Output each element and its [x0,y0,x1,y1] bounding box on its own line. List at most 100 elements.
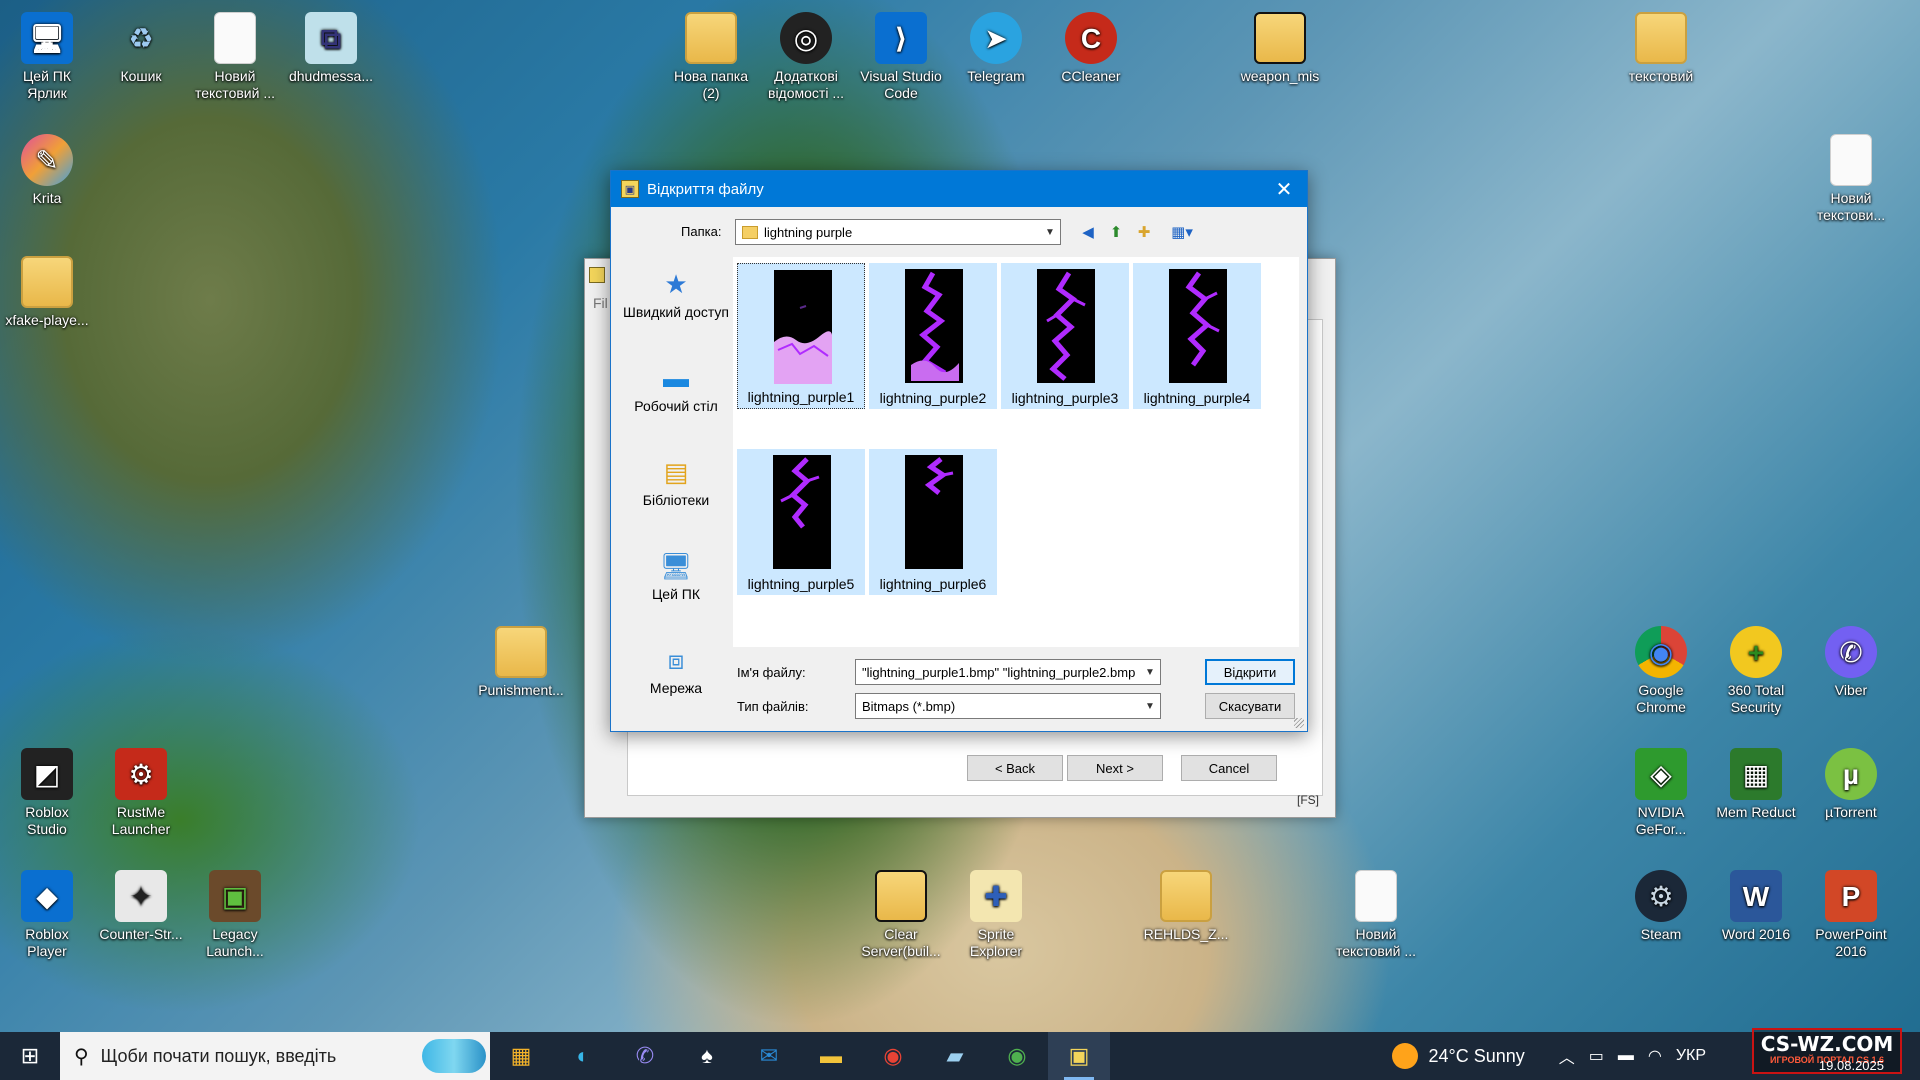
weather-text[interactable]: 24°C Sunny [1428,1046,1524,1067]
desktop-icon-roblox-player[interactable]: ◆ Roblox Player [4,870,90,960]
counter-strike-icon: ✦ [115,870,167,922]
lightning-thumbnail-1 [774,270,832,384]
desktop-icon-mem-reduct[interactable]: ▦ Mem Reduct [1713,748,1799,821]
desktop-icon-label: µTorrent [1825,804,1877,820]
open-button[interactable]: Відкрити [1205,659,1295,685]
place-libraries[interactable]: ▤ Бібліотеки [621,457,731,509]
desktop-icon-additional-info[interactable]: ◎ Додаткові відомості ... [763,12,849,102]
desktop-icon-label: PowerPoint 2016 [1815,926,1887,959]
viber-icon: ✆ [1825,626,1877,678]
desktop-icon-telegram[interactable]: ➤ Telegram [953,12,1039,85]
file-item[interactable]: lightning_purple6 [869,449,997,595]
file-item[interactable]: lightning_purple2 [869,263,997,409]
desktop-icon-clear-server[interactable]: Clear Server(buil... [858,870,944,960]
desktop-icon-krita[interactable]: ✎ Krita [4,134,90,207]
desktop-icon-powerpoint[interactable]: P PowerPoint 2016 [1808,870,1894,960]
back-nav-icon[interactable]: ◀ [1077,221,1099,243]
desktop-icon-recycle-bin[interactable]: ♻ Кошик [98,12,184,85]
windows-logo-icon: ⊞ [20,1043,40,1068]
chevron-down-icon[interactable]: ▼ [1140,694,1160,718]
filename-input[interactable]: "lightning_purple1.bmp" "lightning_purpl… [855,659,1161,685]
desktop-icon-sprite-explorer[interactable]: ✚ Sprite Explorer [953,870,1039,960]
desktop-icon-new-text-1[interactable]: Новий текстовий ... [192,12,278,102]
cancel-button[interactable]: Cancel [1181,755,1277,781]
view-menu-icon[interactable]: ▦▾ [1165,221,1199,243]
desktop-icon-new-text-3[interactable]: Новий текстовий ... [1333,870,1419,960]
lightning-thumbnail-4 [1169,269,1227,383]
info-shortcut-icon: ◎ [780,12,832,64]
open-file-dialog[interactable]: ▣ Відкриття файлу ✕ Папка: lightning pur… [610,170,1308,732]
desktop-icon-nvidia[interactable]: ◈ NVIDIA GeFor... [1618,748,1704,838]
language-indicator[interactable]: УКР [1676,1047,1706,1065]
desktop-icon-weapon-mis[interactable]: weapon_mis [1237,12,1323,85]
weather-sun-icon[interactable] [1392,1043,1419,1069]
place-desktop[interactable]: ▬ Робочий стіл [621,363,731,415]
desktop-icon-punishment[interactable]: Punishment... [478,626,564,699]
start-button[interactable]: ⊞ [0,1032,60,1080]
folder-combobox[interactable]: lightning purple ▼ [735,219,1061,245]
desktop-icon-chrome[interactable]: ◉ Google Chrome [1618,626,1704,716]
new-folder-icon[interactable]: ✚ [1133,221,1155,243]
dialog-titlebar[interactable]: ▣ Відкриття файлу ✕ [611,171,1307,207]
next-button[interactable]: Next > [1067,755,1163,781]
close-button[interactable]: ✕ [1261,171,1307,207]
place-quick-access[interactable]: ★ Швидкий доступ [621,269,731,321]
desktop-icon-dhudmessage[interactable]: ⧉ dhudmessa... [288,12,374,85]
taskbar-chrome[interactable]: ◉ [862,1032,924,1080]
desktop-icon-new-text-2[interactable]: Новий текстови... [1808,134,1894,224]
up-folder-icon[interactable]: ⬆ [1105,221,1127,243]
taskbar-active-app[interactable]: ▣ [1048,1032,1110,1080]
desktop-icon-counter-strike[interactable]: ✦ Counter-Str... [98,870,184,943]
file-item[interactable]: lightning_purple5 [737,449,865,595]
desktop-icon-utorrent[interactable]: µ µTorrent [1808,748,1894,821]
cards-icon: ♠ [701,1043,713,1068]
desktop-icon-text-folder[interactable]: текстовий [1618,12,1704,85]
desktop-icon-360-total[interactable]: +360 Total Security [1713,626,1799,716]
chevron-down-icon[interactable]: ▼ [1040,220,1060,244]
file-item[interactable]: lightning_purple1 [737,263,865,409]
taskbar-notepad[interactable]: ▰ [924,1032,986,1080]
taskbar-edge[interactable]: ◐ [552,1032,614,1080]
desktop-icon-xfake-player[interactable]: xfake-playe... [4,256,90,329]
taskbar-app-store[interactable]: ▦ [490,1032,552,1080]
taskbar-viber[interactable]: ✆ [614,1032,676,1080]
desktop-icon-viber[interactable]: ✆ Viber [1808,626,1894,699]
file-item[interactable]: lightning_purple3 [1001,263,1129,409]
desktop-icon-rehlds[interactable]: REHLDS_Z... [1143,870,1229,943]
desktop-icon-ccleaner[interactable]: C CCleaner [1048,12,1134,85]
desktop-icon-new-folder-2[interactable]: Нова папка (2) [668,12,754,102]
back-button[interactable]: < Back [967,755,1063,781]
taskbar-solitaire[interactable]: ♠ [676,1032,738,1080]
desktop-icon-word[interactable]: W Word 2016 [1713,870,1799,943]
desktop-icon-legacy-launcher[interactable]: ▣ Legacy Launch... [192,870,278,960]
taskbar-chrome-profile[interactable]: ◉ [986,1032,1048,1080]
desktop-icon-label: Новий текстови... [1816,190,1886,223]
desktop-icon-label: xfake-playe... [5,312,89,328]
file-item[interactable]: lightning_purple4 [1133,263,1261,409]
place-network[interactable]: ⧈ Мережа [621,645,731,697]
clock-date[interactable]: 19.08.2025 [1819,1058,1884,1073]
desktop-icon-label: Sprite Explorer [969,926,1023,959]
desktop-icon-steam[interactable]: ⚙ Steam [1618,870,1704,943]
desktop-icon-rustme[interactable]: ⚙ RustMe Launcher [98,748,184,838]
taskbar-outlook[interactable]: ✉ [738,1032,800,1080]
filetype-select[interactable]: Bitmaps (*.bmp) ▼ [855,693,1161,719]
desktop-icon-vscode[interactable]: ⟩ Visual Studio Code [858,12,944,102]
chevron-down-icon[interactable]: ▼ [1140,660,1160,684]
file-list[interactable]: lightning_purple1 lightning_purple2 ligh… [733,257,1299,647]
wifi-icon[interactable]: ◠ [1648,1046,1662,1066]
file-name: lightning_purple6 [879,576,987,592]
chevron-up-icon[interactable]: ︿ [1559,1044,1575,1068]
device-icon[interactable]: ▭ [1589,1046,1604,1066]
cancel-button[interactable]: Скасувати [1205,693,1295,719]
resize-grip[interactable] [1294,718,1304,728]
place-this-pc[interactable]: 🖥 Цей ПК [621,551,731,603]
taskbar-search[interactable]: ⚲ Щоби почати пошук, введіть [60,1032,490,1080]
taskbar-explorer[interactable]: ▬ [800,1032,862,1080]
battery-icon[interactable]: ▬ [1618,1047,1634,1065]
desktop-icon-roblox-studio[interactable]: ◩ Roblox Studio [4,748,90,838]
desktop-icon-label: Counter-Str... [99,926,183,942]
file-thumbnail [1037,269,1095,383]
desktop-icon-this-pc[interactable]: 🖥 Цей ПК Ярлик [4,12,90,102]
rustme-icon: ⚙ [115,748,167,800]
